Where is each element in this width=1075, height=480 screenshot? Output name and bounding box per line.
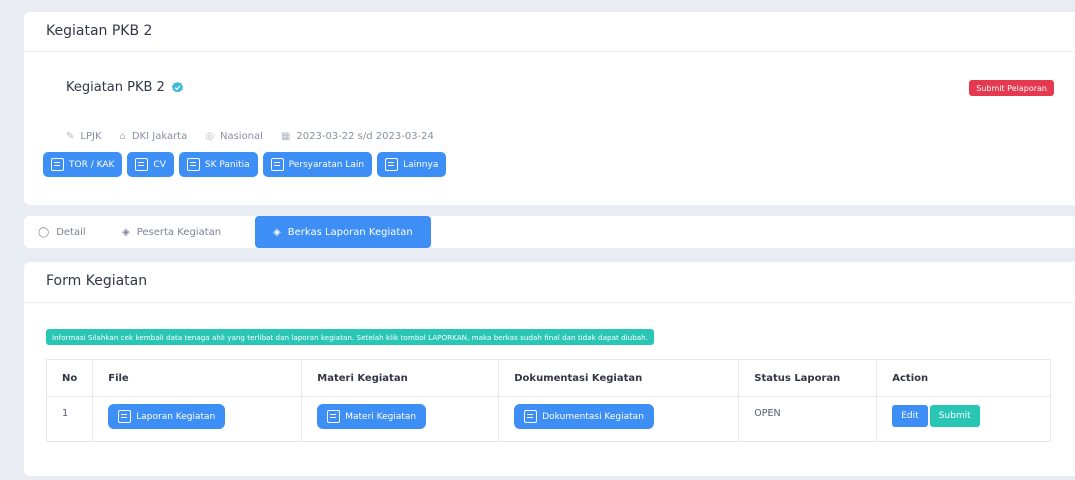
column-header: File [92,359,303,397]
document-edit-icon [524,410,538,423]
meta-date: ▦ 2023-03-22 s/d 2023-03-24 [281,131,434,142]
tab-detail[interactable]: ◯ Detail [38,216,86,248]
meta-location: ⌂ DKI Jakarta [120,131,188,142]
status-text: OPEN [754,408,781,419]
calendar-icon: ▦ [280,131,291,142]
form-title: Form Kegiatan [46,273,148,289]
activity-title-row: Kegiatan PKB 2 [66,80,184,95]
document-edit-icon [385,158,399,171]
sk-panitia-button[interactable]: SK Panitia [178,152,258,177]
btn-label: TOR / KAK [69,159,115,170]
table-row: 1 Laporan Kegiatan Materi Kegiatan Dokum… [45,396,1051,442]
btn-label: SK Panitia [204,159,250,170]
btn-label: Persyaratan Lain [288,159,365,170]
lainnya-button[interactable]: Lainnya [377,152,447,177]
document-edit-icon [118,410,132,423]
report-table: No File Materi Kegiatan Dokumentasi Kegi… [45,359,1051,442]
tab-peserta-kegiatan[interactable]: ◈ Peserta Kegiatan [122,216,221,248]
btn-label: CV [153,159,166,170]
activity-title: Kegiatan PKB 2 [66,80,165,95]
activity-meta: ✎ LPJK ⌂ DKI Jakarta ◎ Nasional ▦ 2023-03-22… [66,131,434,142]
action-cell: Edit Submit [876,396,1051,442]
meta-organizer: ✎ LPJK [66,131,102,142]
submit-button[interactable]: Submit [929,405,980,427]
scope-text: Nasional [219,131,263,142]
organizer-text: LPJK [80,131,102,142]
row-number: 1 [45,396,94,442]
document-buttons: TOR / KAK CV SK Panitia Persyaratan Lain… [43,152,447,177]
pencil-icon: ✎ [66,131,75,142]
card-header-title: Kegiatan PKB 2 [46,23,153,39]
tab-label: Peserta Kegiatan [136,226,222,238]
document-edit-icon [327,410,341,423]
layers-icon: ◈ [122,226,130,238]
tab-bar: ◯ Detail ◈ Peserta Kegiatan ◈ Berkas Lap… [24,216,1075,248]
chat-icon: ◯ [38,226,50,238]
meta-scope: ◎ Nasional [205,131,263,142]
document-edit-icon [135,158,149,171]
document-edit-icon [51,158,64,171]
tab-label: Detail [56,226,86,238]
card-header: Form Kegiatan [24,262,1075,303]
tor-kak-button[interactable]: TOR / KAK [43,152,123,177]
status-cell: OPEN [738,396,878,442]
materi-cell: Materi Kegiatan [301,396,500,442]
materi-kegiatan-button[interactable]: Materi Kegiatan [317,404,427,429]
layers-icon: ◈ [273,226,281,238]
edit-button[interactable]: Edit [892,405,928,427]
column-header: Materi Kegiatan [301,359,500,397]
column-header: Status Laporan [738,359,878,397]
info-badge: Informasi Silahkan cek kembali data tena… [46,329,655,345]
dokumentasi-cell: Dokumentasi Kegiatan [498,396,740,442]
btn-label: Dokumentasi Kegiatan [542,411,644,422]
cv-button[interactable]: CV [127,152,174,177]
btn-label: Materi Kegiatan [345,411,417,422]
tab-label: Berkas Laporan Kegiatan [287,226,413,238]
card-header: Kegiatan PKB 2 [24,12,1075,52]
form-card: Form Kegiatan Informasi Silahkan cek kem… [24,262,1075,476]
building-icon: ⌂ [119,131,126,142]
persyaratan-lain-button[interactable]: Persyaratan Lain [262,152,373,177]
column-header: No [45,359,94,397]
column-header: Dokumentasi Kegiatan [498,359,740,397]
date-range-text: 2023-03-22 s/d 2023-03-24 [296,131,434,142]
globe-icon: ◎ [205,131,214,142]
btn-label: Lainnya [403,159,439,170]
submit-pelaporan-button[interactable]: Submit Pelaporan [969,80,1054,96]
dokumentasi-kegiatan-button[interactable]: Dokumentasi Kegiatan [514,404,654,429]
laporan-kegiatan-button[interactable]: Laporan Kegiatan [108,404,226,429]
table-header-row: No File Materi Kegiatan Dokumentasi Kegi… [45,359,1051,397]
document-edit-icon [186,158,200,171]
action-buttons: Edit Submit [892,405,1035,427]
location-text: DKI Jakarta [131,131,188,142]
tab-berkas-laporan[interactable]: ◈ Berkas Laporan Kegiatan [255,216,431,248]
btn-label: Laporan Kegiatan [136,411,216,422]
verified-badge-icon [171,81,184,93]
column-header: Action [876,359,1051,397]
document-edit-icon [270,158,284,171]
file-cell: Laporan Kegiatan [92,396,303,442]
